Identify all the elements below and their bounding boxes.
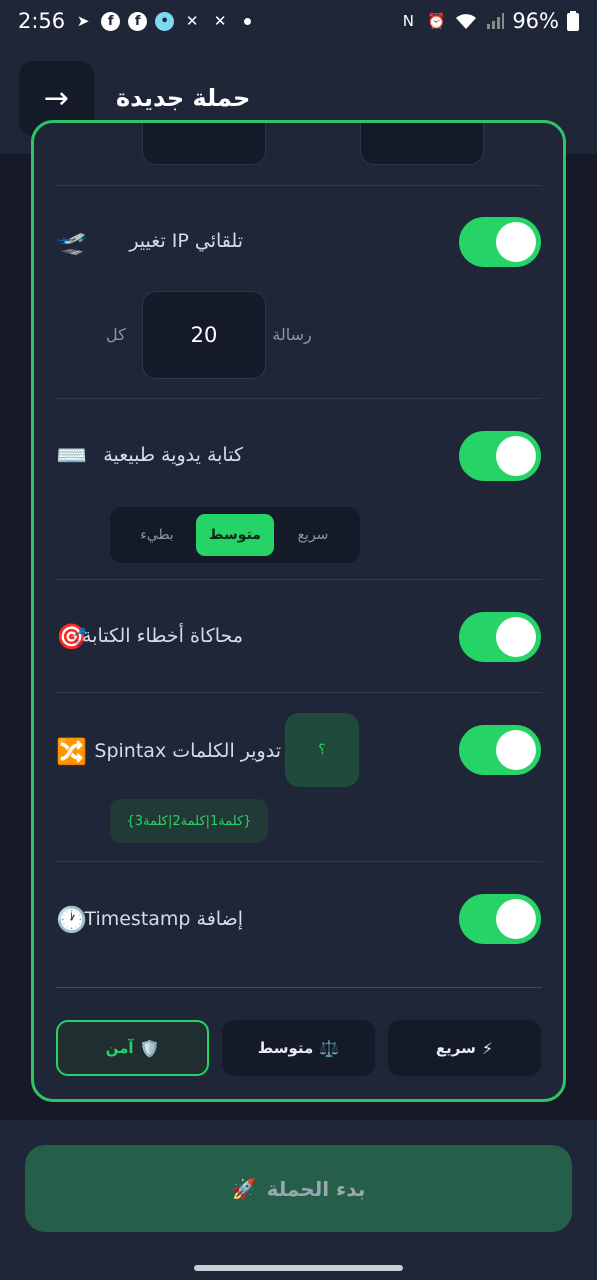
battery-icon: [567, 11, 579, 31]
lightning-icon: ⚡: [481, 1038, 494, 1058]
rocket-icon: 🚀: [231, 1176, 257, 1201]
input-stub-left: [142, 123, 266, 165]
toggle-knob: [496, 617, 536, 657]
anti-ban-settings-card: 🛫 تلقائي IP تغيير رسالة 20 كل ⌨️ كتابة ي…: [31, 120, 566, 1102]
typos-label: محاكاة أخطاء الكتابة: [82, 625, 243, 647]
mode-safe-label: آمن: [105, 1039, 134, 1057]
start-campaign-button[interactable]: بدء الحملة 🚀: [25, 1145, 572, 1232]
scales-icon: ⚖️: [319, 1038, 340, 1058]
ip-change-label: تلقائي IP تغيير: [129, 230, 243, 252]
timestamp-label: إضافة Timestamp: [84, 908, 243, 930]
ip-interval-prefix: رسالة: [272, 325, 312, 344]
divider: [56, 692, 542, 693]
typing-label: كتابة يدوية طبيعية: [103, 444, 243, 466]
toggle-knob: [496, 730, 536, 770]
spintax-label: تدوير الكلمات Spintax: [94, 740, 281, 762]
toggle-knob: [496, 436, 536, 476]
toggle-knob: [496, 899, 536, 939]
airplane-icon: 🛫: [56, 227, 88, 256]
input-stub-right: [360, 123, 484, 165]
wifi-icon: [456, 14, 477, 29]
status-bar: 2:56 ➤ f f • ✕ ✕ N ⏰ 96%: [0, 0, 597, 42]
typing-speed-selector: سريع متوسط بطيء: [110, 507, 360, 563]
x-icon: ✕: [213, 12, 227, 30]
shield-icon: 🛡️: [139, 1038, 160, 1058]
keyboard-icon: ⌨️: [56, 441, 88, 470]
mode-fast-label: سريع: [435, 1039, 476, 1057]
shuffle-icon: 🔀: [56, 737, 88, 766]
app-icon: •: [155, 11, 175, 31]
question-icon: ؟: [318, 742, 326, 758]
mode-medium-button[interactable]: ⚖️ متوسط: [222, 1020, 375, 1076]
ip-change-toggle[interactable]: [459, 217, 541, 267]
mode-fast-button[interactable]: ⚡ سريع: [388, 1020, 541, 1076]
nfc-icon: N: [402, 12, 414, 30]
arrow-right-icon: →: [43, 80, 70, 116]
speed-option-medium[interactable]: متوسط: [196, 514, 274, 556]
clock: 2:56: [18, 9, 66, 33]
ip-interval-input[interactable]: 20: [142, 291, 266, 379]
spintax-example: {كلمة1|كلمة2|كلمة3}: [110, 799, 268, 843]
facebook-icon: f: [101, 11, 121, 31]
facebook-icon: f: [128, 11, 148, 31]
home-indicator[interactable]: [194, 1265, 403, 1271]
battery-percent: 96%: [512, 9, 559, 33]
speed-option-fast[interactable]: سريع: [274, 514, 352, 556]
notification-dot-icon: [244, 17, 252, 25]
mode-safe-button[interactable]: 🛡️ آمن: [56, 1020, 209, 1076]
divider: [56, 398, 542, 399]
spintax-help-button[interactable]: ؟: [285, 713, 359, 787]
speed-option-slow[interactable]: بطيء: [118, 514, 196, 556]
divider: [56, 987, 542, 988]
spintax-toggle[interactable]: [459, 725, 541, 775]
typos-toggle[interactable]: [459, 612, 541, 662]
divider: [56, 579, 542, 580]
signal-icon: [487, 13, 505, 29]
typing-toggle[interactable]: [459, 431, 541, 481]
start-campaign-label: بدء الحملة: [266, 1176, 366, 1201]
page-title: حملة جديدة: [116, 84, 251, 112]
mode-medium-label: متوسط: [257, 1039, 314, 1057]
divider: [56, 861, 542, 862]
telegram-icon: ➤: [76, 12, 90, 30]
timestamp-toggle[interactable]: [459, 894, 541, 944]
toggle-knob: [496, 222, 536, 262]
alarm-icon: ⏰: [426, 12, 446, 30]
divider: [56, 185, 542, 186]
x-icon: ✕: [185, 12, 199, 30]
ip-interval-suffix: كل: [106, 325, 126, 344]
